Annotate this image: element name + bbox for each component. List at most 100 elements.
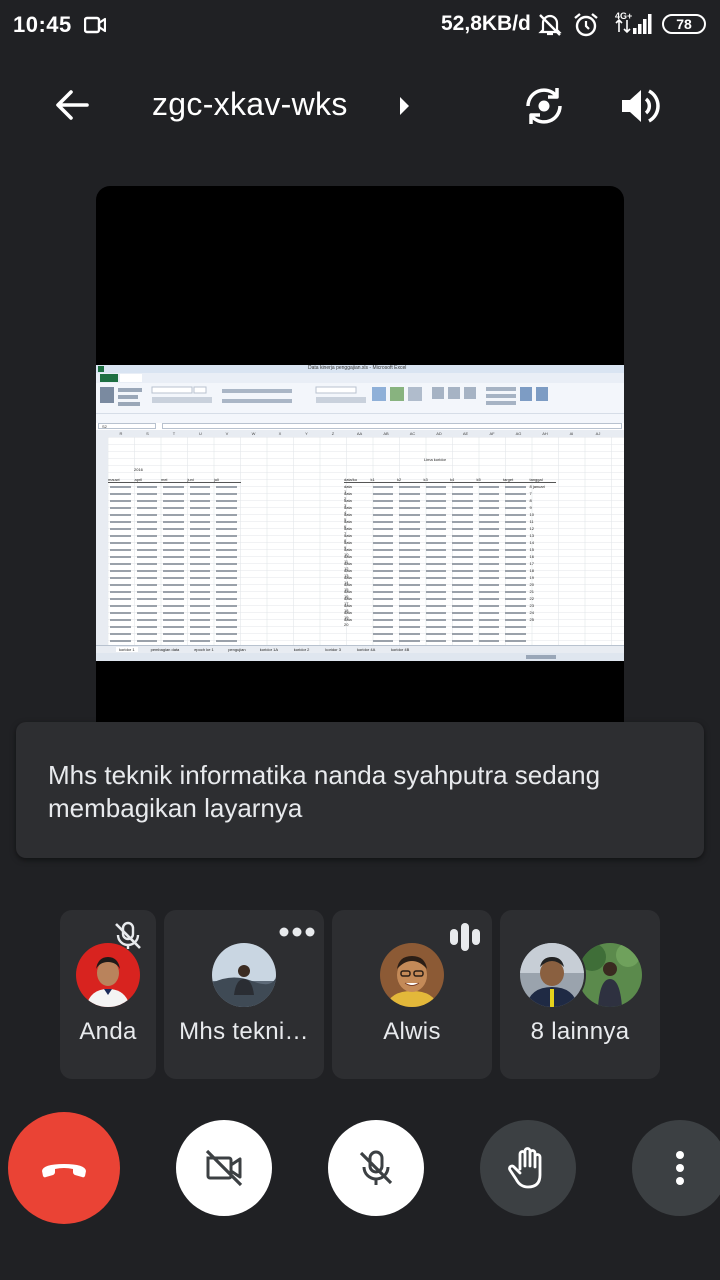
value-cell	[110, 535, 131, 537]
column-header[interactable]: AH	[532, 431, 558, 436]
value-cell	[399, 556, 420, 558]
table-header-cell: juli	[214, 477, 241, 483]
value-cell	[136, 528, 157, 530]
value-cell	[110, 556, 131, 558]
mic-off-icon	[359, 1150, 393, 1185]
home-tab[interactable]	[120, 374, 142, 382]
meeting-info-button[interactable]: zgc-xkav-wks	[150, 82, 420, 130]
sheet-tab[interactable]: koridor 4A	[354, 647, 378, 652]
name-box[interactable]: S2	[98, 423, 156, 429]
value-cell	[216, 486, 237, 488]
value-cell	[505, 633, 526, 635]
value-cell	[372, 612, 393, 614]
sheet-tab[interactable]: koridor 1	[116, 647, 138, 652]
column-header[interactable]: X	[267, 431, 293, 436]
column-header[interactable]: Y	[294, 431, 320, 436]
value-cell	[136, 500, 157, 502]
value-cell	[216, 626, 237, 628]
sheet-tab[interactable]: koridor 4B	[388, 647, 412, 652]
column-header[interactable]: AD	[426, 431, 452, 436]
value-cell	[505, 528, 526, 530]
column-header[interactable]: AJ	[585, 431, 611, 436]
more-options-icon[interactable]	[278, 926, 316, 938]
value-cell	[110, 493, 131, 495]
column-header[interactable]: R	[108, 431, 134, 436]
column-header[interactable]: AA	[347, 431, 373, 436]
sheet-title: Lima koridor	[424, 457, 447, 462]
column-header[interactable]: U	[188, 431, 214, 436]
sheet-tab[interactable]: pembagian data	[148, 647, 183, 652]
value-cell	[452, 626, 473, 628]
column-header[interactable]: AC	[400, 431, 426, 436]
value-cell	[189, 528, 210, 530]
value-cell	[425, 598, 446, 600]
date-cell: 7	[529, 491, 532, 496]
raise-hand-button[interactable]	[480, 1120, 576, 1216]
zoom-slider[interactable]	[526, 655, 556, 659]
value-cell	[189, 612, 210, 614]
sheet-tab[interactable]: pengujian	[225, 647, 248, 652]
value-cell	[136, 521, 157, 523]
participant-tile-others[interactable]: 8 lainnya	[500, 910, 660, 1079]
column-header[interactable]: W	[241, 431, 267, 436]
value-cell	[163, 500, 184, 502]
participant-tile-you[interactable]: Anda	[60, 910, 156, 1079]
file-tab[interactable]	[100, 374, 118, 382]
column-header[interactable]: AB	[373, 431, 399, 436]
mic-toggle-button[interactable]	[328, 1120, 424, 1216]
sheet-tab[interactable]: koridor 3	[322, 647, 344, 652]
value-cell	[425, 486, 446, 488]
formula-input[interactable]	[162, 423, 622, 429]
value-cell	[399, 619, 420, 621]
value-cell	[478, 605, 499, 607]
end-call-button[interactable]	[8, 1112, 120, 1224]
column-header[interactable]: AE	[453, 431, 479, 436]
chevron-right-icon	[400, 97, 409, 115]
battery-indicator: 78	[662, 14, 706, 34]
value-cell	[399, 584, 420, 586]
signal-4g-icon: 4G+	[615, 11, 652, 34]
column-header[interactable]: V	[214, 431, 240, 436]
date-cell: 21	[529, 589, 534, 594]
value-cell	[110, 577, 131, 579]
shared-screen[interactable]: Data kinerja penggajian.xls - Microsoft …	[96, 186, 624, 722]
sheet-grid[interactable]: 2016 Lima koridor mauwi april mei juni juli …	[96, 437, 624, 649]
camera-toggle-button[interactable]	[176, 1120, 272, 1216]
value-cell	[478, 514, 499, 516]
value-cell	[216, 514, 237, 516]
column-header[interactable]: AF	[479, 431, 505, 436]
value-cell	[425, 556, 446, 558]
sheet-tab[interactable]: koridor 1A	[257, 647, 281, 652]
value-cell	[452, 521, 473, 523]
column-header[interactable]: Z	[320, 431, 346, 436]
value-cell	[452, 556, 473, 558]
value-cell	[505, 591, 526, 593]
value-cell	[189, 535, 210, 537]
sheet-tab[interactable]: koridor 2	[291, 647, 313, 652]
value-cell	[189, 486, 210, 488]
participant-name: Anda	[79, 1018, 137, 1045]
column-header[interactable]: AG	[506, 431, 532, 436]
participant-tile-presenter[interactable]: Mhs tekni…	[164, 910, 324, 1079]
date-cell: 11	[529, 519, 534, 524]
date-cell: 15	[529, 547, 534, 552]
column-header[interactable]: S	[135, 431, 161, 436]
value-cell	[452, 528, 473, 530]
value-cell	[110, 528, 131, 530]
column-header[interactable]: AI	[559, 431, 585, 436]
audio-output-button[interactable]	[616, 82, 664, 130]
more-options-button[interactable]	[632, 1120, 720, 1216]
value-cell	[452, 514, 473, 516]
date-cell: 9	[529, 505, 532, 510]
value-cell	[110, 640, 131, 642]
switch-camera-button[interactable]	[520, 82, 568, 130]
participant-tile-alwis[interactable]: Alwis	[332, 910, 492, 1079]
value-cell	[189, 626, 210, 628]
value-cell	[452, 633, 473, 635]
value-cell	[425, 507, 446, 509]
sheet-tab[interactable]: epoch ke 1	[191, 647, 217, 652]
column-header[interactable]: T	[161, 431, 187, 436]
date-cell: 19	[529, 575, 534, 580]
back-button[interactable]	[50, 82, 96, 128]
value-cell	[216, 528, 237, 530]
